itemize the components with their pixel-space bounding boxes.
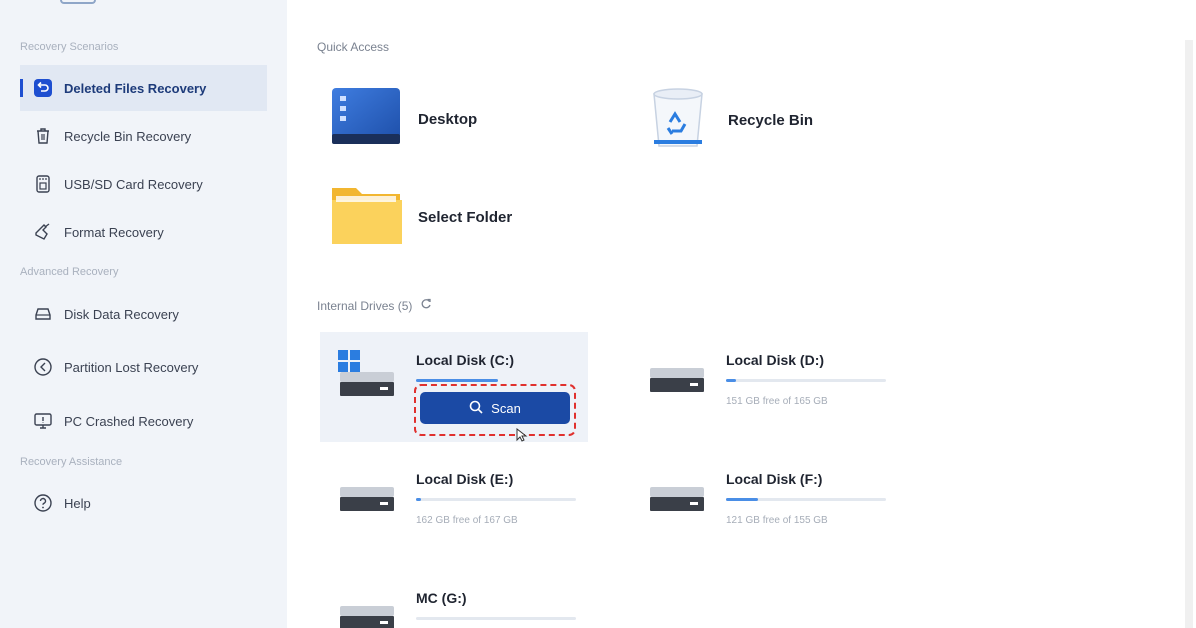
- desktop-icon: [330, 86, 402, 153]
- drive-name: Local Disk (D:): [726, 352, 825, 368]
- sidebar-item-deleted-files-recovery[interactable]: Deleted Files Recovery: [20, 65, 267, 111]
- recycle-bin-icon: [648, 86, 708, 155]
- sidebar-item-usb-sd-card-recovery[interactable]: USB/SD Card Recovery: [20, 161, 267, 207]
- mouse-cursor-icon: [516, 427, 528, 447]
- sidebar-item-label: Deleted Files Recovery: [64, 80, 207, 96]
- drive-usage-bar: [416, 617, 576, 620]
- refresh-icon[interactable]: [420, 298, 432, 313]
- disk-icon: [32, 303, 54, 325]
- section-title-advanced: Advanced Recovery: [20, 266, 119, 278]
- drive-name: Local Disk (E:): [416, 471, 514, 487]
- sidebar-item-recycle-bin-recovery[interactable]: Recycle Bin Recovery: [20, 113, 267, 159]
- scan-button-label: Scan: [491, 400, 521, 416]
- sidebar-item-label: Partition Lost Recovery: [64, 359, 199, 375]
- sidebar-item-label: Recycle Bin Recovery: [64, 128, 192, 144]
- restore-icon: [32, 77, 54, 99]
- scan-highlight: Scan: [414, 384, 576, 436]
- section-title-assistance: Recovery Assistance: [20, 456, 123, 468]
- drive-card-d[interactable]: Local Disk (D:) 151 GB free of 165 GB: [630, 332, 898, 442]
- format-icon: [32, 221, 54, 243]
- drive-space-info: 121 GB free of 155 GB: [726, 515, 828, 526]
- quick-access-recycle-bin[interactable]: Recycle Bin: [648, 86, 813, 155]
- sidebar-item-label: Format Recovery: [64, 224, 164, 240]
- sidebar: Recovery Scenarios Deleted Files Recover…: [0, 0, 287, 628]
- sidebar-item-help[interactable]: Help: [20, 480, 267, 526]
- app-logo: [60, 0, 96, 4]
- drive-space-info: 151 GB free of 165 GB: [726, 396, 828, 407]
- drive-card-f[interactable]: Local Disk (F:) 121 GB free of 155 GB: [630, 451, 898, 561]
- search-icon: [469, 400, 483, 417]
- quick-access-desktop-label: Desktop: [418, 111, 478, 128]
- sidebar-item-label: PC Crashed Recovery: [64, 413, 194, 429]
- drive-usage-bar: [726, 379, 886, 382]
- scan-button[interactable]: Scan: [420, 392, 570, 424]
- usb-sd-icon: [32, 173, 54, 195]
- help-icon: [32, 492, 54, 514]
- hard-drive-icon: [340, 487, 394, 515]
- hard-drive-icon: [340, 372, 394, 400]
- partition-icon: [32, 356, 54, 378]
- drive-usage-bar: [726, 498, 886, 501]
- sidebar-item-label: Help: [64, 495, 91, 511]
- sidebar-item-label: Disk Data Recovery: [64, 306, 179, 322]
- pc-crash-icon: [32, 410, 54, 432]
- drive-card-e[interactable]: Local Disk (E:) 162 GB free of 167 GB: [320, 451, 588, 561]
- drive-name: Local Disk (C:): [416, 352, 515, 368]
- drive-usage-bar: [416, 498, 576, 501]
- drive-name: Local Disk (F:): [726, 471, 823, 487]
- trash-icon: [32, 125, 54, 147]
- quick-access-select-folder[interactable]: Select Folder: [330, 182, 512, 253]
- sidebar-item-pc-crashed-recovery[interactable]: PC Crashed Recovery: [20, 398, 267, 444]
- sidebar-item-label: USB/SD Card Recovery: [64, 176, 203, 192]
- hard-drive-icon: [650, 368, 704, 396]
- quick-access-desktop[interactable]: Desktop: [330, 86, 477, 153]
- folder-icon: [330, 182, 404, 253]
- sidebar-item-partition-lost-recovery[interactable]: Partition Lost Recovery: [20, 344, 267, 390]
- quick-access-select-folder-label: Select Folder: [418, 209, 513, 226]
- drive-card-c[interactable]: Local Disk (C:) Scan: [320, 332, 588, 442]
- scrollbar-track[interactable]: [1185, 40, 1193, 628]
- drive-name: MC (G:): [416, 590, 467, 606]
- quick-access-recycle-bin-label: Recycle Bin: [728, 112, 814, 129]
- sidebar-item-disk-data-recovery[interactable]: Disk Data Recovery: [20, 291, 267, 337]
- internal-drives-header: Internal Drives (5): [317, 298, 432, 313]
- drive-card-g[interactable]: MC (G:): [320, 570, 588, 628]
- sidebar-item-format-recovery[interactable]: Format Recovery: [20, 209, 267, 255]
- hard-drive-icon: [650, 487, 704, 515]
- internal-drives-label: Internal Drives (5): [317, 298, 413, 313]
- drive-space-info: 162 GB free of 167 GB: [416, 515, 518, 526]
- quick-access-label: Quick Access: [317, 40, 390, 54]
- hard-drive-icon: [340, 606, 394, 628]
- drive-usage-bar: [416, 379, 498, 382]
- section-title-scenarios: Recovery Scenarios: [20, 41, 119, 53]
